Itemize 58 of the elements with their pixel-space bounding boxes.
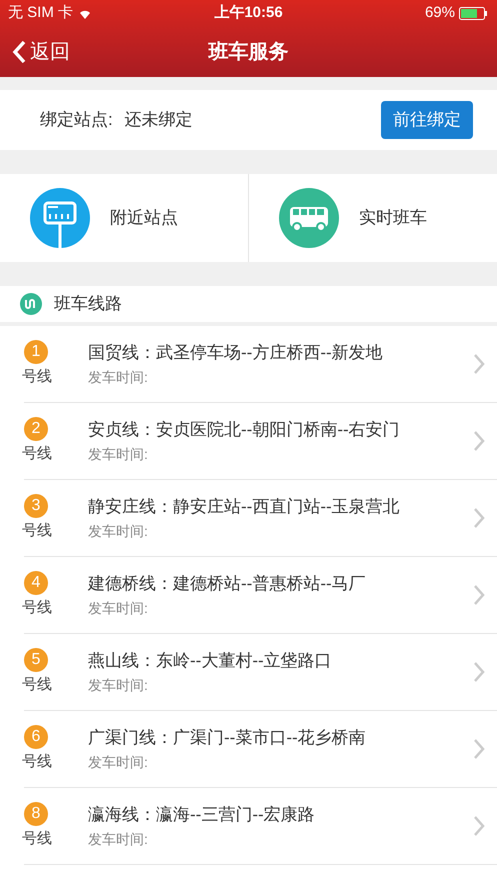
route-row[interactable]: 8 号线 瀛海线：瀛海--三营门--宏康路 发车时间: (24, 788, 497, 865)
route-name: 燕山线：东岭--大董村--立垡路口 (88, 650, 333, 672)
route-number: 3 (24, 494, 48, 518)
route-number: 6 (24, 724, 48, 749)
bind-button[interactable]: 前往绑定 (381, 101, 473, 139)
route-row[interactable]: 1 号线 国贸线：武圣停车场--方庄桥西--新发地 发车时间: (24, 326, 497, 403)
route-suffix: 号线 (22, 520, 52, 541)
clock-text: 上午10:56 (214, 2, 283, 23)
shortcut-tile[interactable]: 实时班车 (248, 174, 497, 262)
binding-label: 绑定站点: (40, 109, 113, 132)
route-suffix: 号线 (22, 444, 52, 464)
binding-status: 还未绑定 (124, 109, 193, 132)
section-title: 班车线路 (54, 293, 122, 316)
battery-percent: 69% (424, 2, 455, 23)
departure-time-label: 发车时间: (88, 445, 149, 464)
route-number: 4 (24, 570, 48, 595)
chevron-right-icon (473, 738, 485, 760)
page-title: 班车服务 (208, 40, 288, 64)
route-number: 8 (24, 802, 48, 826)
departure-time-label: 发车时间: (88, 676, 149, 696)
carrier-text: 无 SIM 卡 (8, 2, 74, 23)
chevron-right-icon (473, 507, 485, 529)
chevron-right-icon (473, 584, 485, 606)
chevron-right-icon (473, 815, 485, 837)
route-row[interactable]: 4 号线 建德桥线：建德桥站--普惠桥站--马厂 发车时间: (24, 557, 497, 634)
shortcut-tile[interactable]: 附近站点 (0, 174, 248, 262)
route-number: 5 (24, 648, 48, 672)
route-row[interactable]: 2 号线 安贞线：安贞医院北--朝阳门桥南--右安门 发车时间: (24, 403, 497, 480)
chevron-right-icon (473, 430, 485, 452)
route-suffix: 号线 (22, 828, 52, 849)
departure-time-label: 发车时间: (88, 753, 149, 772)
route-name: 建德桥线：建德桥站--普惠桥站--马厂 (88, 572, 367, 595)
route-suffix: 号线 (22, 366, 52, 387)
route-row[interactable]: 6 号线 广渠门线：广渠门--菜市口--花乡桥南 发车时间: (24, 711, 497, 788)
route-icon (20, 293, 42, 315)
chevron-right-icon (473, 353, 485, 375)
route-number: 2 (24, 416, 48, 441)
route-suffix: 号线 (22, 598, 52, 618)
chevron-right-icon (473, 661, 485, 683)
battery-icon (459, 6, 489, 20)
route-name: 瀛海线：瀛海--三营门--宏康路 (88, 804, 316, 826)
route-row[interactable]: 5 号线 燕山线：东岭--大董村--立垡路口 发车时间: (24, 634, 497, 711)
departure-time-label: 发车时间: (88, 830, 149, 850)
route-name: 广渠门线：广渠门--菜市口--花乡桥南 (88, 726, 367, 749)
shortcut-label: 实时班车 (359, 207, 427, 230)
shortcut-label: 附近站点 (110, 207, 178, 230)
route-number: 1 (24, 340, 48, 364)
route-suffix: 号线 (22, 752, 52, 772)
route-name: 国贸线：武圣停车场--方庄桥西--新发地 (88, 342, 384, 364)
chevron-left-icon (12, 40, 26, 64)
route-row[interactable]: 3 号线 静安庄线：静安庄站--西直门站--玉泉营北 发车时间: (24, 480, 497, 557)
back-button[interactable]: 返回 (12, 36, 70, 66)
route-name: 安贞线：安贞医院北--朝阳门桥南--右安门 (88, 418, 401, 441)
departure-time-label: 发车时间: (88, 368, 149, 388)
departure-time-label: 发车时间: (88, 599, 149, 618)
route-suffix: 号线 (22, 674, 52, 695)
route-name: 静安庄线：静安庄站--西直门站--玉泉营北 (88, 496, 401, 518)
departure-time-label: 发车时间: (88, 522, 149, 542)
